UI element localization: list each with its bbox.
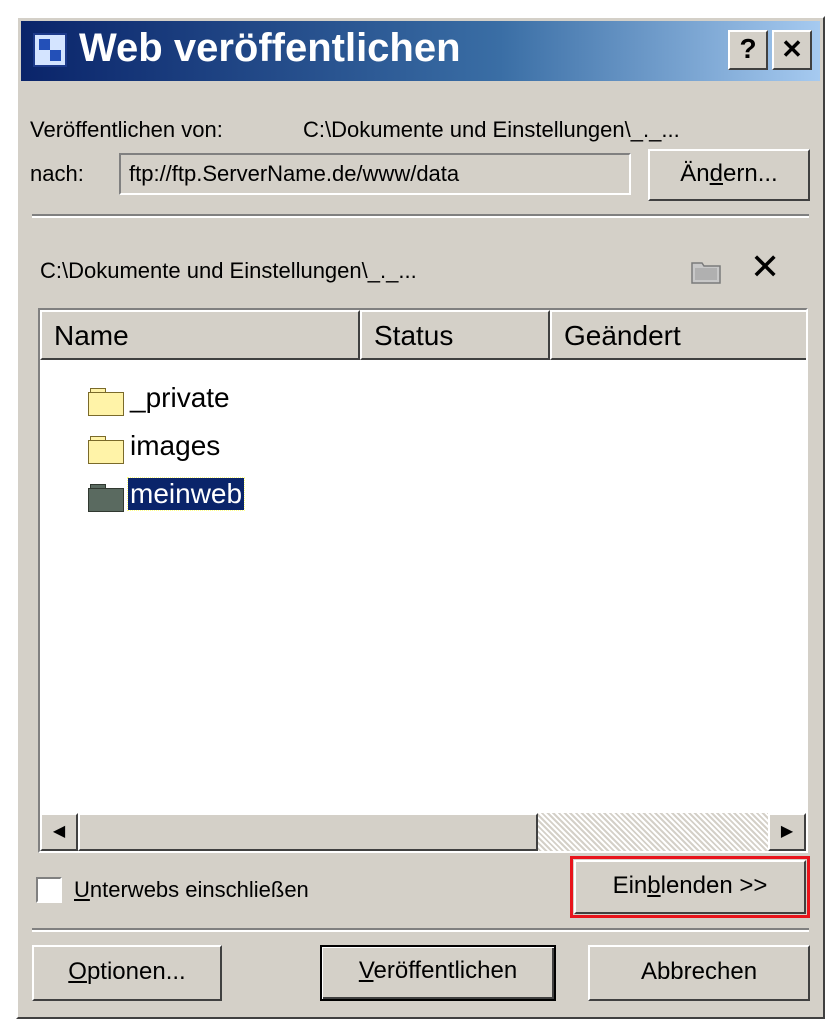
publish-to-label: nach: <box>30 161 84 186</box>
folder-icon <box>88 484 124 512</box>
change-button[interactable]: Ändern... <box>648 149 810 201</box>
help-button[interactable]: ? <box>728 30 768 70</box>
separator <box>32 928 809 932</box>
folder-path: C:\Dokumente und Einstellungen\_._... <box>40 258 417 283</box>
scroll-track[interactable] <box>78 813 768 851</box>
folder-icon <box>88 436 124 464</box>
subwebs-label[interactable]: Unterwebs einschließen <box>74 877 309 903</box>
close-button[interactable]: ✕ <box>772 30 812 70</box>
destination-field[interactable]: ftp://ftp.ServerName.de/www/data <box>119 153 631 195</box>
publish-from-label: Veröffentlichen von: <box>30 117 223 142</box>
column-header-name[interactable]: Name <box>40 310 360 360</box>
title-bar[interactable]: Web veröffentlichen ? ✕ <box>21 21 820 81</box>
publish-button[interactable]: Veröffentlichen <box>320 945 556 1001</box>
item-name: meinweb <box>126 477 246 511</box>
subwebs-checkbox[interactable] <box>36 877 62 903</box>
publish-from-path: C:\Dokumente und Einstellungen\_._... <box>303 117 680 142</box>
close-icon: ✕ <box>781 34 803 64</box>
column-header-modified[interactable]: Geändert <box>550 310 806 360</box>
item-name: _private <box>130 382 230 413</box>
app-icon <box>33 33 67 67</box>
options-button[interactable]: Optionen... <box>32 945 222 1001</box>
scroll-left-button[interactable]: ◀ <box>40 813 78 851</box>
item-name: images <box>130 430 221 461</box>
column-header-status[interactable]: Status <box>360 310 550 360</box>
show-button[interactable]: Einblenden >> <box>574 860 806 914</box>
dialog-title: Web veröffentlichen <box>79 26 461 70</box>
cancel-button[interactable]: Abbrechen <box>588 945 810 1001</box>
file-list[interactable]: Name Status Geändert _private images mei… <box>38 308 808 853</box>
folder-icon <box>88 388 124 416</box>
publish-web-dialog: Web veröffentlichen ? ✕ Veröffentlichen … <box>16 16 825 1019</box>
delete-icon[interactable]: ✕ <box>750 246 780 288</box>
scroll-right-button[interactable]: ▶ <box>768 813 806 851</box>
scroll-thumb[interactable] <box>78 813 538 851</box>
separator <box>32 214 809 218</box>
new-folder-icon[interactable] <box>690 254 722 286</box>
horizontal-scrollbar[interactable]: ◀ ▶ <box>40 813 806 851</box>
